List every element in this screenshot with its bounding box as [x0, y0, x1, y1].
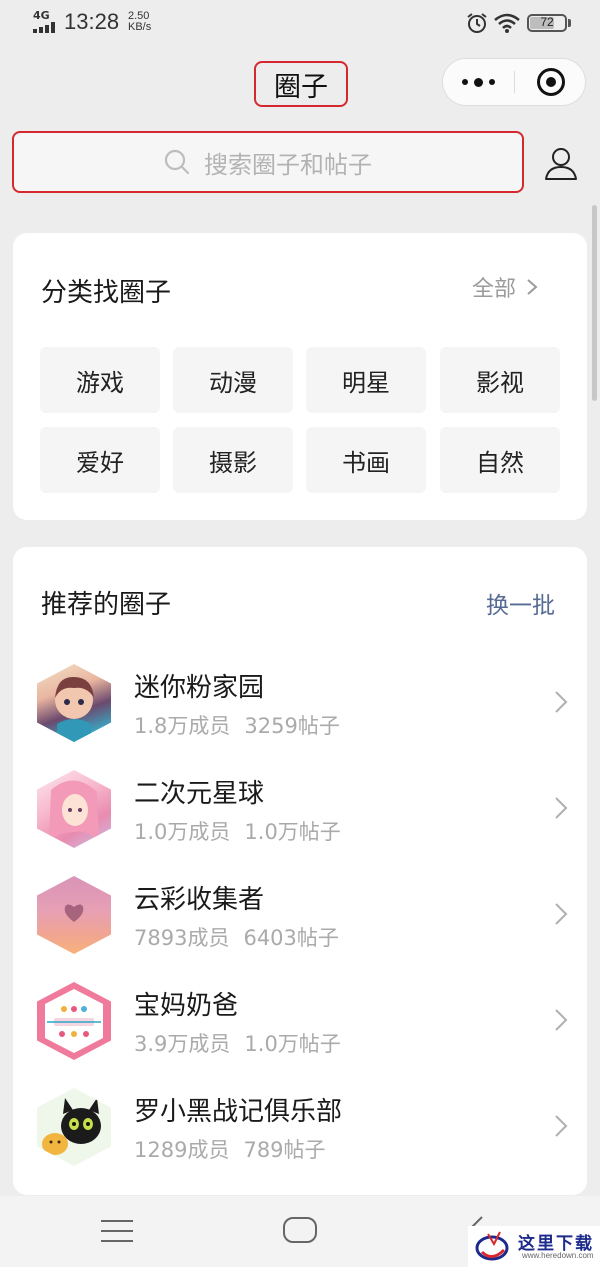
battery-level: 72	[540, 15, 554, 29]
mini-program-capsule	[442, 58, 586, 106]
wifi-icon	[494, 13, 520, 33]
category-chip[interactable]: 书画	[306, 427, 426, 493]
circle-stats: 1.8万成员 3259帖子	[134, 710, 340, 740]
more-dot-icon	[489, 79, 495, 85]
search-icon	[164, 149, 190, 175]
recommended-section-title: 推荐的圈子	[41, 590, 172, 620]
circle-stats: 7893成员 6403帖子	[134, 922, 339, 952]
chevron-right-icon	[527, 279, 538, 295]
category-chip[interactable]: 自然	[440, 427, 560, 493]
chevron-right-icon	[555, 1115, 568, 1137]
chevron-right-icon	[555, 1009, 568, 1031]
avatar-figure-icon	[55, 676, 94, 742]
more-button[interactable]	[443, 59, 514, 105]
circle-list-item[interactable]: 云彩收集者 7893成员 6403帖子	[13, 860, 587, 966]
menu-icon[interactable]	[101, 1220, 133, 1242]
category-chip[interactable]: 影视	[440, 347, 560, 413]
circle-list-item[interactable]: 宝妈奶爸 3.9万成员 1.0万帖子	[13, 966, 587, 1072]
speed-unit: KB/s	[128, 21, 152, 33]
category-chip[interactable]: 摄影	[173, 427, 293, 493]
more-dot-icon	[462, 79, 468, 85]
circle-avatar	[37, 876, 111, 954]
page-title: 圈子	[254, 61, 348, 107]
category-section-title: 分类找圈子	[41, 278, 172, 308]
view-all-label: 全部	[472, 277, 517, 302]
category-chip[interactable]: 明星	[306, 347, 426, 413]
clock: 13:28	[64, 9, 120, 34]
baby-logo-icon	[45, 989, 103, 1053]
network-type: 4G	[33, 9, 50, 22]
category-chip[interactable]: 爱好	[40, 427, 160, 493]
status-bar: 4G 13:28 2.50 KB/s 72	[0, 0, 600, 48]
chevron-right-icon	[555, 903, 568, 925]
circle-name: 二次元星球	[134, 779, 265, 809]
alarm-icon	[467, 13, 487, 33]
category-chip[interactable]: 游戏	[40, 347, 160, 413]
circle-avatar	[37, 664, 111, 742]
anime-girl-icon	[49, 780, 99, 840]
heart-cloud-icon	[64, 904, 84, 922]
circle-avatar	[37, 982, 111, 1060]
member-count: 1.0万成员	[134, 820, 231, 844]
member-count: 7893成员	[134, 926, 230, 950]
category-grid: 游戏 动漫 明星 影视 爱好 摄影 书画 自然	[40, 347, 560, 493]
post-count: 1.0万帖子	[244, 820, 341, 844]
view-all-link[interactable]: 全部	[472, 271, 538, 303]
circle-name: 迷你粉家园	[134, 673, 265, 703]
member-count: 1289成员	[134, 1138, 230, 1162]
circle-list-item[interactable]: 二次元星球 1.0万成员 1.0万帖子	[13, 754, 587, 860]
refresh-button[interactable]: 换一批	[486, 586, 555, 620]
scrollbar[interactable]	[592, 205, 597, 401]
post-count: 1.0万帖子	[244, 1032, 341, 1056]
member-count: 3.9万成员	[134, 1032, 231, 1056]
black-cat-icon	[42, 1098, 101, 1155]
watermark-logo-icon	[475, 1231, 509, 1261]
post-count: 3259帖子	[244, 714, 340, 738]
circle-name: 云彩收集者	[134, 885, 265, 915]
search-input[interactable]: 搜索圈子和帖子	[12, 131, 524, 193]
post-count: 789帖子	[243, 1138, 326, 1162]
chevron-right-icon	[555, 691, 568, 713]
close-button[interactable]	[515, 59, 586, 105]
circle-stats: 3.9万成员 1.0万帖子	[134, 1028, 341, 1058]
circle-list-item[interactable]: 迷你粉家园 1.8万成员 3259帖子	[13, 648, 587, 754]
signal-icon	[33, 22, 57, 33]
search-placeholder: 搜索圈子和帖子	[204, 150, 372, 179]
post-count: 6403帖子	[243, 926, 339, 950]
watermark-url: www.heredown.com	[522, 1251, 594, 1260]
circle-name: 罗小黑战记俱乐部	[134, 1097, 343, 1127]
more-dot-icon	[474, 77, 483, 87]
home-button[interactable]	[283, 1217, 317, 1243]
battery-tip	[568, 19, 571, 27]
category-chip[interactable]: 动漫	[173, 347, 293, 413]
circle-avatar	[37, 770, 111, 848]
circle-stats: 1.0万成员 1.0万帖子	[134, 816, 341, 846]
watermark: 这里下载 www.heredown.com	[468, 1226, 600, 1267]
user-profile-icon[interactable]	[542, 145, 580, 183]
circle-stats: 1289成员 789帖子	[134, 1134, 326, 1164]
target-close-icon	[536, 68, 565, 96]
circle-avatar	[37, 1088, 111, 1166]
network-speed: 2.50 KB/s	[128, 11, 151, 33]
member-count: 1.8万成员	[134, 714, 231, 738]
battery-icon: 72	[527, 14, 567, 32]
chevron-right-icon	[555, 797, 568, 819]
circle-list-item[interactable]: 罗小黑战记俱乐部 1289成员 789帖子	[13, 1072, 587, 1178]
circle-name: 宝妈奶爸	[134, 991, 239, 1021]
